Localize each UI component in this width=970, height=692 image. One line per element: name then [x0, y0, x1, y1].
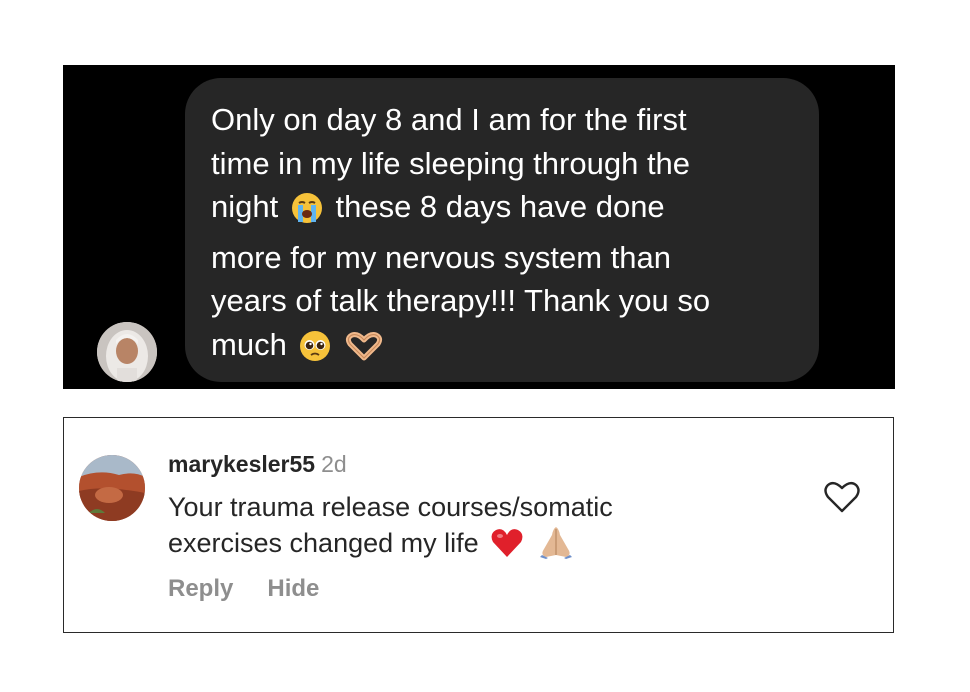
message-line-with-emoji: night these 8 days have done [211, 185, 793, 236]
message-line: Only on day 8 and I am for the first [211, 102, 687, 137]
comment-body: Your trauma release courses/somatic exer… [168, 489, 613, 568]
loudly-crying-face-emoji [291, 192, 323, 236]
commenter-avatar[interactable] [79, 455, 145, 521]
comment-text: exercises changed my life [168, 528, 479, 558]
comment-line-with-emoji: exercises changed my life [168, 525, 613, 568]
message-text: much [211, 326, 287, 362]
red-heart-emoji [490, 527, 524, 568]
message-line: years of talk therapy!!! Thank you so [211, 283, 711, 319]
username-link[interactable]: marykesler55 [168, 451, 315, 477]
message-line: more for my nervous system than [211, 239, 671, 275]
hide-button[interactable]: Hide [267, 575, 319, 602]
comment-actions: Reply Hide [168, 575, 319, 603]
like-heart-icon[interactable] [823, 480, 861, 514]
commenter-avatar-image [79, 455, 145, 521]
comment-line: Your trauma release courses/somatic [168, 492, 613, 522]
heart-hands-emoji [344, 330, 384, 374]
sender-avatar-image [97, 322, 157, 382]
message-line-with-emoji: much [211, 323, 793, 374]
reply-button[interactable]: Reply [168, 575, 233, 602]
comment-timestamp: 2d [321, 451, 347, 477]
folded-hands-emoji [536, 525, 576, 568]
pleading-face-emoji [299, 330, 331, 374]
message-bubble: Only on day 8 and I am for the first tim… [185, 78, 819, 382]
comment-header: marykesler55 2d [168, 451, 347, 478]
message-line: time in my life sleeping through the [211, 145, 691, 181]
message-text: these 8 days have done [335, 189, 665, 225]
sender-avatar[interactable] [97, 322, 157, 382]
message-text: night [211, 189, 279, 225]
